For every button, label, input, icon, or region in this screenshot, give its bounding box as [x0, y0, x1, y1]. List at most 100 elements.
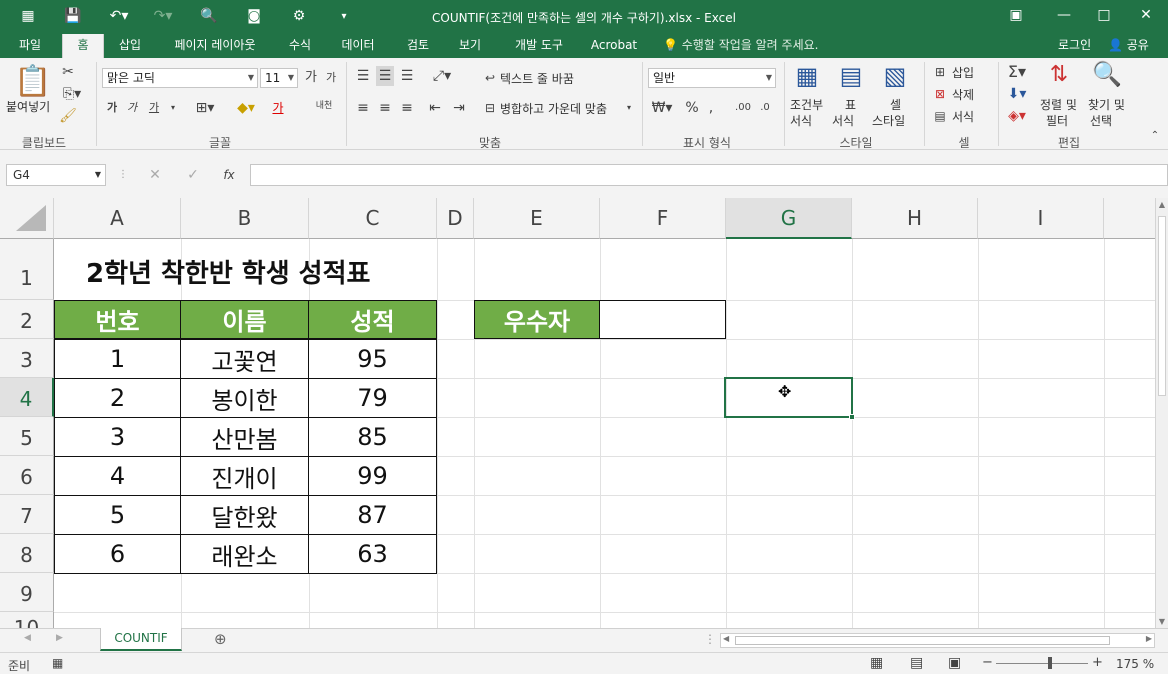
- scroll-up-icon[interactable]: ▲: [1157, 200, 1167, 209]
- row-header-7[interactable]: 7: [0, 495, 54, 534]
- tab-file[interactable]: 파일: [8, 34, 52, 58]
- number-format-combo[interactable]: 일반 ▼: [648, 68, 776, 88]
- login-link[interactable]: 로그인: [1058, 34, 1091, 58]
- font-name-combo[interactable]: 맑은 고딕 ▼: [102, 68, 258, 88]
- table-header-number[interactable]: 번호: [54, 300, 181, 339]
- table-cell-score[interactable]: 95: [308, 339, 437, 379]
- format-cells-button[interactable]: 서식: [952, 108, 974, 125]
- merge-center-button[interactable]: 병합하고 가운데 맞춤: [500, 100, 607, 117]
- collapse-ribbon-icon[interactable]: ⌃: [1148, 126, 1162, 146]
- font-color-button[interactable]: 가: [268, 98, 288, 118]
- sheet-title-cell[interactable]: 2학년 착한반 학생 성적표: [54, 239, 437, 300]
- table-cell-number[interactable]: 4: [54, 456, 181, 496]
- ribbon-display-options-icon[interactable]: ▣: [1000, 4, 1032, 26]
- name-box[interactable]: G4 ▼: [6, 164, 106, 186]
- zoom-in-icon[interactable]: +: [1092, 655, 1103, 670]
- fill-handle[interactable]: [849, 414, 855, 420]
- copy-icon[interactable]: ⎘▾: [58, 84, 86, 104]
- tab-view[interactable]: 보기: [450, 34, 490, 58]
- sort-filter-label-2[interactable]: 필터: [1046, 112, 1068, 129]
- column-header-c[interactable]: C: [309, 198, 437, 239]
- table-cell-name[interactable]: 고꽃연: [180, 339, 309, 379]
- clear-icon[interactable]: ◈▾: [1004, 106, 1030, 126]
- top-scorer-value-cell[interactable]: [599, 300, 726, 339]
- paste-icon[interactable]: 📋: [14, 64, 51, 99]
- horizontal-scrollbar[interactable]: ◀ ▶: [720, 633, 1155, 648]
- conditional-formatting-icon[interactable]: ▦: [792, 62, 822, 90]
- page-layout-view-icon[interactable]: ▤: [910, 655, 923, 671]
- vertical-scrollbar[interactable]: ▲ ▼: [1155, 198, 1168, 628]
- borders-icon[interactable]: ⊞▾: [192, 98, 218, 118]
- scroll-down-icon[interactable]: ▼: [1157, 617, 1167, 626]
- comma-style-icon[interactable]: ,: [704, 98, 718, 118]
- bold-button[interactable]: 가: [104, 98, 120, 118]
- increase-decimal-icon[interactable]: .00: [734, 98, 752, 118]
- table-header-score[interactable]: 성적: [308, 300, 437, 339]
- increase-font-size-icon[interactable]: 가: [303, 68, 319, 88]
- scroll-right-icon[interactable]: ▶: [1146, 634, 1152, 643]
- align-bottom-icon[interactable]: ☰: [398, 66, 416, 86]
- find-select-label-1[interactable]: 찾기 및: [1088, 96, 1125, 113]
- tab-formulas[interactable]: 수식: [280, 34, 320, 58]
- align-middle-icon[interactable]: ☰: [376, 66, 394, 86]
- table-cell-score[interactable]: 85: [308, 417, 437, 457]
- sheet-tab-countif[interactable]: COUNTIF: [100, 628, 182, 651]
- paste-label[interactable]: 붙여넣기: [6, 98, 50, 115]
- tab-acrobat[interactable]: Acrobat: [586, 34, 642, 58]
- row-header-2[interactable]: 2: [0, 300, 54, 339]
- zoom-slider[interactable]: [996, 657, 1088, 669]
- zoom-slider-thumb[interactable]: [1048, 657, 1052, 669]
- font-size-combo[interactable]: 11 ▼: [260, 68, 298, 88]
- table-header-name[interactable]: 이름: [180, 300, 309, 339]
- column-header-b[interactable]: B: [181, 198, 309, 239]
- normal-view-icon[interactable]: ▦: [870, 655, 883, 671]
- column-header-h[interactable]: H: [852, 198, 978, 239]
- row-header-1[interactable]: 1: [0, 239, 54, 300]
- row-header-8[interactable]: 8: [0, 534, 54, 573]
- cell-styles-icon[interactable]: ▧: [880, 62, 910, 90]
- italic-button[interactable]: 가: [124, 98, 140, 118]
- insert-function-button[interactable]: fx: [220, 165, 238, 185]
- prev-sheet-icon[interactable]: ◀: [24, 633, 31, 643]
- align-left-icon[interactable]: ≡: [354, 98, 372, 118]
- table-cell-name[interactable]: 래완소: [180, 534, 309, 574]
- percent-style-icon[interactable]: %: [683, 98, 701, 118]
- row-header-10[interactable]: 10: [0, 612, 54, 628]
- fill-color-icon[interactable]: ◆▾: [232, 98, 260, 118]
- new-sheet-icon[interactable]: ⊕: [214, 630, 227, 648]
- horizontal-scroll-thumb[interactable]: [735, 636, 1110, 645]
- enter-icon[interactable]: ✓: [184, 165, 202, 185]
- table-cell-score[interactable]: 79: [308, 378, 437, 418]
- zoom-out-icon[interactable]: −: [982, 655, 993, 670]
- conditional-formatting-label-1[interactable]: 조건부: [790, 96, 823, 113]
- decrease-decimal-icon[interactable]: .0: [756, 98, 774, 118]
- next-sheet-icon[interactable]: ▶: [56, 633, 63, 643]
- close-button[interactable]: ✕: [1130, 4, 1162, 26]
- column-header-d[interactable]: D: [437, 198, 474, 239]
- row-header-4[interactable]: 4: [0, 378, 54, 417]
- cancel-icon[interactable]: ✕: [146, 165, 164, 185]
- table-cell-number[interactable]: 3: [54, 417, 181, 457]
- accounting-format-icon[interactable]: ₩▾: [648, 98, 676, 118]
- table-cell-name[interactable]: 봉이한: [180, 378, 309, 418]
- table-cell-number[interactable]: 1: [54, 339, 181, 379]
- table-cell-number[interactable]: 2: [54, 378, 181, 418]
- table-cell-number[interactable]: 5: [54, 495, 181, 535]
- tab-data[interactable]: 데이터: [332, 34, 384, 58]
- underline-button[interactable]: 가: [146, 98, 162, 118]
- table-cell-score[interactable]: 99: [308, 456, 437, 496]
- format-as-table-icon[interactable]: ▤: [836, 62, 866, 90]
- increase-indent-icon[interactable]: ⇥: [450, 98, 468, 118]
- wrap-text-button[interactable]: 텍스트 줄 바꿈: [500, 70, 574, 87]
- top-scorer-label-cell[interactable]: 우수자: [474, 300, 600, 339]
- align-top-icon[interactable]: ☰: [354, 66, 372, 86]
- find-select-icon[interactable]: 🔍: [1092, 60, 1122, 88]
- align-center-icon[interactable]: ≡: [376, 98, 394, 118]
- row-header-6[interactable]: 6: [0, 456, 54, 495]
- autosum-icon[interactable]: Σ▾: [1004, 62, 1030, 82]
- phonetic-guide-button[interactable]: 내천: [312, 96, 336, 116]
- maximize-button[interactable]: □: [1088, 4, 1120, 26]
- tab-developer[interactable]: 개발 도구: [505, 34, 573, 58]
- row-header-9[interactable]: 9: [0, 573, 54, 612]
- select-all-corner[interactable]: [0, 198, 54, 239]
